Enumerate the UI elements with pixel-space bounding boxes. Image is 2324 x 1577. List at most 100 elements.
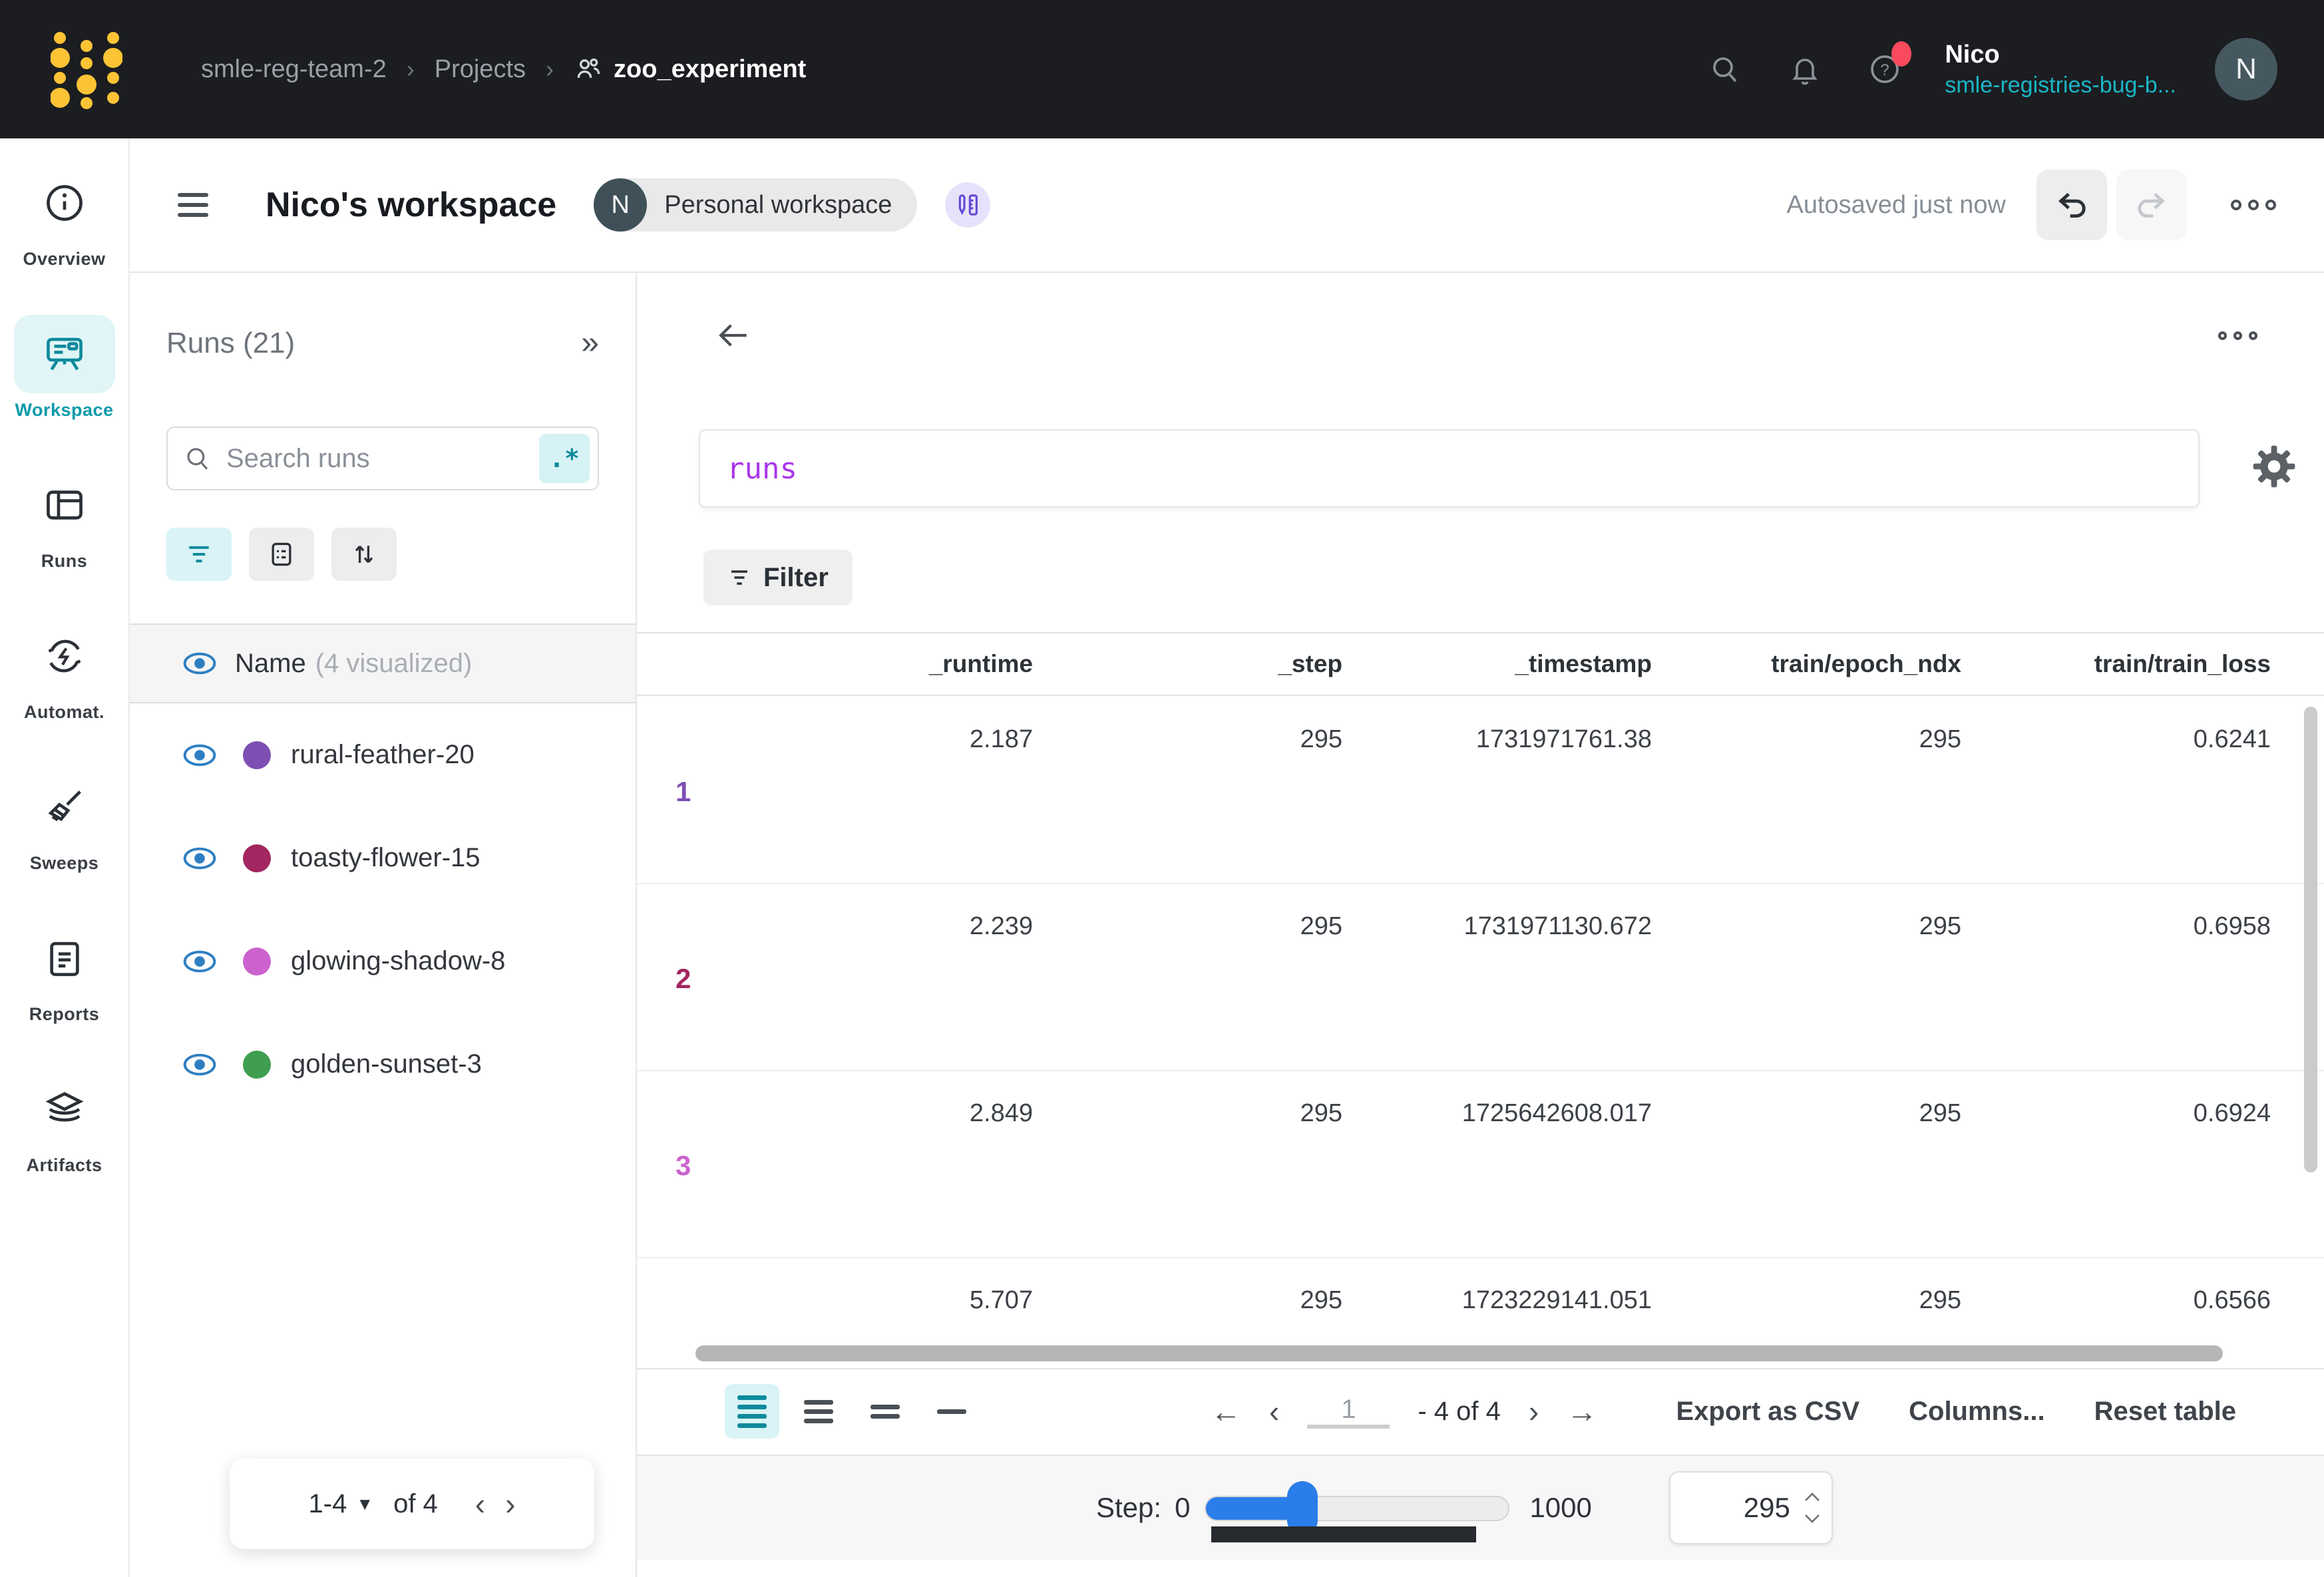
first-page-button[interactable]: ← — [1211, 1396, 1241, 1427]
runs-next-page-button[interactable]: › — [505, 1486, 515, 1522]
run-row-rural-feather-20[interactable]: rural-feather-20 — [130, 703, 636, 806]
run-name: toasty-flower-15 — [291, 843, 481, 873]
column-header[interactable]: train/epoch_ndx — [1652, 650, 1961, 678]
sort-arrows-icon — [349, 540, 379, 569]
pencil-ruler-icon — [954, 192, 981, 218]
breadcrumb-projects[interactable]: Projects — [435, 55, 526, 84]
panel-query-input[interactable] — [727, 452, 2198, 486]
undo-button[interactable] — [2036, 170, 2107, 240]
step-value-input[interactable] — [1710, 1492, 1790, 1524]
visibility-eye-icon[interactable] — [183, 744, 216, 767]
avatar[interactable]: N — [2215, 38, 2277, 100]
visibility-eye-icon[interactable] — [183, 1053, 216, 1076]
sidebar-item-sweeps[interactable]: Sweeps — [0, 768, 128, 874]
runs-search-input[interactable] — [226, 444, 539, 474]
cell-train-loss: 0.6566 — [1961, 1258, 2271, 1340]
page-size-caret-icon[interactable]: ▼ — [356, 1494, 373, 1514]
row-index[interactable]: 3 — [637, 1071, 723, 1182]
table-body: 1 2.187 295 1731971761.38 295 0.6241 2 2… — [637, 697, 2324, 1340]
reset-table-button[interactable]: Reset table — [2094, 1397, 2236, 1427]
notification-badge — [1891, 41, 1911, 67]
runs-filter-button[interactable] — [166, 528, 232, 581]
runs-page-range[interactable]: 1-4 — [309, 1489, 347, 1519]
panel-settings-gear-button[interactable] — [2252, 444, 2296, 488]
page-number-input[interactable] — [1307, 1395, 1390, 1425]
vertical-scrollbar[interactable] — [2304, 707, 2317, 1172]
cell-epoch-ndx: 295 — [1652, 697, 1961, 808]
workspace-overflow-menu[interactable] — [2231, 200, 2276, 210]
artifacts-layers-icon — [44, 1089, 85, 1130]
run-row-glowing-shadow-8[interactable]: glowing-shadow-8 — [130, 910, 636, 1013]
table-filter-button[interactable]: Filter — [703, 550, 853, 606]
back-arrow-button[interactable] — [715, 317, 753, 354]
column-header[interactable]: train/train_loss — [1961, 650, 2271, 678]
sidebar-item-automations[interactable]: Automat. — [0, 617, 128, 723]
column-header[interactable]: _step — [1033, 650, 1342, 678]
sidebar-item-overview[interactable]: Overview — [0, 164, 128, 269]
table-row[interactable]: 2 2.239 295 1731971130.672 295 0.6958 — [637, 884, 2324, 1071]
table-row[interactable]: 1 2.187 295 1731971761.38 295 0.6241 — [637, 697, 2324, 884]
sidebar-item-workspace[interactable]: Workspace — [0, 315, 128, 421]
wandb-logo-icon[interactable] — [51, 29, 122, 110]
runs-display-options-button[interactable] — [249, 528, 314, 581]
runs-prev-page-button[interactable]: ‹ — [475, 1486, 485, 1522]
run-row-toasty-flower-15[interactable]: toasty-flower-15 — [130, 806, 636, 910]
help-button[interactable]: ? — [1869, 53, 1901, 85]
runs-search-box[interactable]: .* — [166, 427, 599, 490]
table-row[interactable]: 4 5.707 295 1723229141.051 295 0.6566 — [637, 1258, 2324, 1340]
page-number-field[interactable] — [1307, 1395, 1390, 1429]
user-org-link[interactable]: smle-registries-bug-b... — [1945, 71, 2176, 100]
runs-page-total: of 4 — [393, 1489, 438, 1519]
step-slider[interactable] — [1205, 1480, 1509, 1536]
runs-sort-button[interactable] — [331, 528, 397, 581]
row-index[interactable]: 1 — [637, 697, 723, 808]
step-value-field[interactable] — [1669, 1471, 1833, 1544]
cell-step: 295 — [1033, 884, 1342, 995]
row-index[interactable]: 2 — [637, 884, 723, 995]
visibility-eye-icon[interactable] — [183, 847, 216, 870]
visibility-eye-icon[interactable] — [183, 652, 216, 675]
columns-button[interactable]: Columns... — [1909, 1397, 2044, 1427]
breadcrumb-project-current[interactable]: zoo_experiment — [574, 55, 806, 84]
redo-button[interactable] — [2116, 170, 2187, 240]
column-header[interactable]: _runtime — [723, 650, 1033, 678]
sidebar-label: Runs — [41, 551, 88, 572]
slider-track[interactable] — [1205, 1496, 1509, 1521]
horizontal-scrollbar[interactable] — [695, 1345, 2223, 1361]
step-decrement-chevron[interactable] — [1804, 1513, 1821, 1524]
global-search-button[interactable] — [1709, 53, 1741, 85]
row-height-xlarge-button[interactable] — [924, 1384, 979, 1439]
runs-list-header[interactable]: Name (4 visualized) — [130, 623, 636, 703]
redo-icon — [2133, 186, 2170, 224]
row-height-medium-button[interactable] — [791, 1384, 846, 1439]
step-increment-chevron[interactable] — [1804, 1492, 1821, 1502]
notifications-button[interactable] — [1789, 53, 1821, 85]
column-header[interactable]: _timestamp — [1342, 650, 1652, 678]
row-height-large-button[interactable] — [858, 1384, 912, 1439]
export-csv-button[interactable]: Export as CSV — [1676, 1397, 1859, 1427]
collapse-panel-button[interactable]: » — [581, 325, 599, 361]
workspace-title: Nico's workspace — [266, 185, 556, 225]
panel-overflow-menu[interactable] — [2218, 331, 2257, 340]
table-pagination: ← ‹ - 4 of 4 › → — [1211, 1395, 1597, 1429]
regex-toggle-button[interactable]: .* — [539, 434, 590, 483]
prev-page-button[interactable]: ‹ — [1269, 1396, 1279, 1427]
last-page-button[interactable]: → — [1567, 1396, 1597, 1427]
table-row[interactable]: 3 2.849 295 1725642608.017 295 0.6924 — [637, 1071, 2324, 1258]
sweeps-broom-icon — [44, 787, 85, 828]
visibility-eye-icon[interactable] — [183, 950, 216, 973]
row-height-small-button[interactable] — [725, 1384, 779, 1439]
sidebar-item-runs[interactable]: Runs — [0, 466, 128, 572]
breadcrumb-team[interactable]: smle-reg-team-2 — [201, 55, 387, 84]
next-page-button[interactable]: › — [1529, 1396, 1539, 1427]
panel-query-box[interactable] — [699, 429, 2200, 508]
run-color-dot — [243, 1051, 271, 1079]
sidebar-item-artifacts[interactable]: Artifacts — [0, 1070, 128, 1176]
personal-workspace-badge[interactable]: N Personal workspace — [594, 178, 917, 232]
run-row-golden-sunset-3[interactable]: golden-sunset-3 — [130, 1013, 636, 1116]
sidebar-item-reports[interactable]: Reports — [0, 919, 128, 1025]
user-menu[interactable]: Nico smle-registries-bug-b... — [1945, 39, 2176, 99]
customize-workspace-button[interactable] — [945, 182, 990, 228]
workspace-menu-button[interactable] — [178, 193, 208, 217]
page-range-label: - 4 of 4 — [1418, 1397, 1501, 1427]
